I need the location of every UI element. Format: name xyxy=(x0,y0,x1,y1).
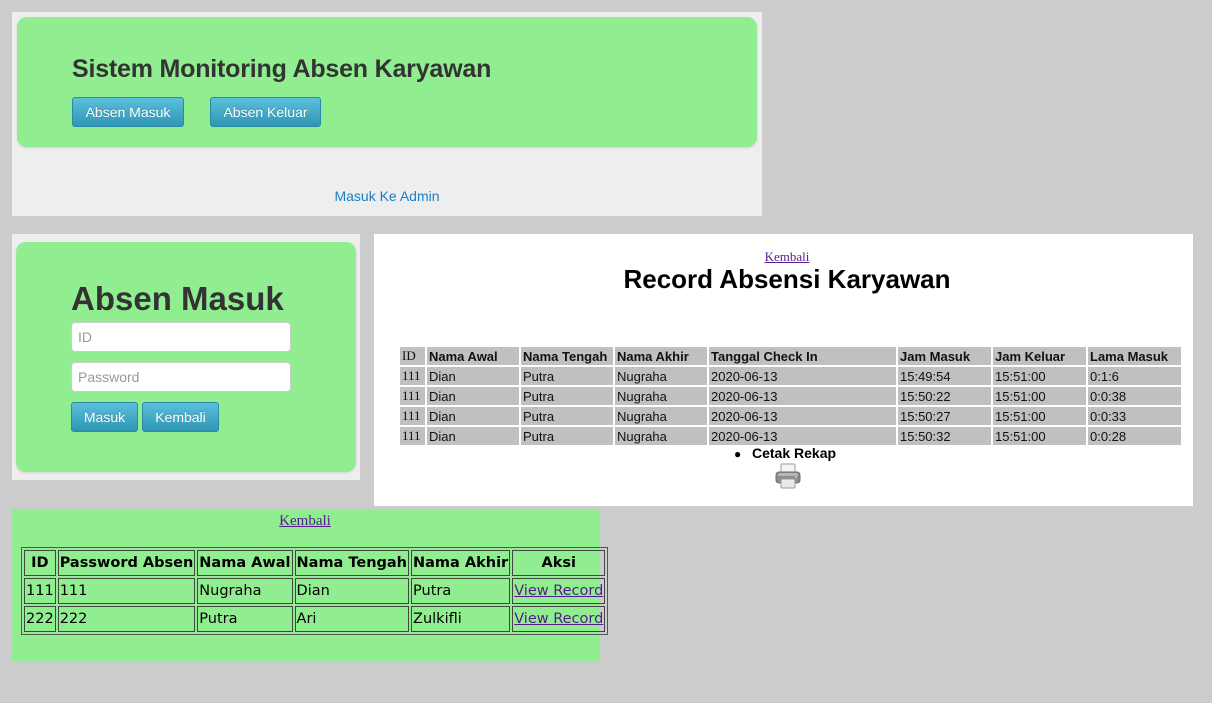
employee-header-row: ID Password Absen Nama Awal Nama Tengah … xyxy=(24,550,606,576)
cell-nama-awal: Dian xyxy=(427,407,519,425)
cell-nama-tengah: Putra xyxy=(521,367,613,385)
cetak-rekap-item: ● Cetak Rekap xyxy=(734,445,836,461)
absen-keluar-button[interactable]: Absen Keluar xyxy=(210,97,321,127)
cell-nama-awal: Dian xyxy=(427,367,519,385)
cetak-rekap-label: Cetak Rekap xyxy=(752,445,837,461)
cell-nama-awal: Nugraha xyxy=(197,578,293,604)
admin-panel: Kembali ID Password Absen Nama Awal Nama… xyxy=(12,509,609,661)
admin-back-link[interactable]: Kembali xyxy=(12,513,598,530)
cell-jam-keluar: 15:51:00 xyxy=(993,407,1086,425)
cell-nama-tengah: Ari xyxy=(294,606,410,632)
record-title: Record Absensi Karyawan xyxy=(623,264,951,294)
cell-tanggal: 2020-06-13 xyxy=(709,367,896,385)
cell-id: 111 xyxy=(400,427,425,445)
column-header: ID xyxy=(24,550,56,576)
cell-nama-awal: Dian xyxy=(427,427,519,445)
kembali-button[interactable]: Kembali xyxy=(142,402,219,432)
column-header: Nama Awal xyxy=(427,347,519,365)
table-row: 111 Dian Putra Nugraha 2020-06-13 15:50:… xyxy=(400,407,1181,425)
cell-jam-masuk: 15:49:54 xyxy=(898,367,991,385)
cell-nama-akhir: Nugraha xyxy=(615,407,707,425)
cell-lama-masuk: 0:0:38 xyxy=(1088,387,1181,405)
record-header-row: ID Nama Awal Nama Tengah Nama Akhir Tang… xyxy=(400,347,1181,365)
column-header: Tanggal Check In xyxy=(709,347,896,365)
home-panel: Sistem Monitoring Absen Karyawan Absen M… xyxy=(12,12,762,216)
record-table: ID Nama Awal Nama Tengah Nama Akhir Tang… xyxy=(398,345,1183,447)
column-header: Nama Awal xyxy=(197,550,293,576)
id-input[interactable] xyxy=(71,322,291,352)
cell-tanggal: 2020-06-13 xyxy=(709,407,896,425)
cell-nama-tengah: Putra xyxy=(521,407,613,425)
cell-lama-masuk: 0:0:33 xyxy=(1088,407,1181,425)
cell-id: 111 xyxy=(400,407,425,425)
column-header: Jam Masuk xyxy=(898,347,991,365)
record-panel: Kembali Record Absensi Karyawan ID Nama … xyxy=(374,234,1193,506)
cell-id: 111 xyxy=(400,387,425,405)
cell-aksi: View Record xyxy=(512,578,606,604)
cell-nama-tengah: Dian xyxy=(294,578,410,604)
cell-lama-masuk: 0:0:28 xyxy=(1088,427,1181,445)
cell-nama-tengah: Putra xyxy=(521,427,613,445)
password-input[interactable] xyxy=(71,362,291,392)
record-back-link[interactable]: Kembali xyxy=(374,249,1200,265)
table-row: 111 Dian Putra Nugraha 2020-06-13 15:49:… xyxy=(400,367,1181,385)
form-jumbotron: Absen Masuk Masuk Kembali xyxy=(16,242,356,472)
home-jumbotron: Sistem Monitoring Absen Karyawan Absen M… xyxy=(17,17,757,147)
cell-password: 111 xyxy=(57,578,196,604)
table-row: 111 Dian Putra Nugraha 2020-06-13 15:50:… xyxy=(400,387,1181,405)
cell-id: 222 xyxy=(24,606,56,632)
cell-nama-akhir: Nugraha xyxy=(615,387,707,405)
table-row: 222 222 Putra Ari Zulkifli View Record xyxy=(24,606,606,632)
column-header: Jam Keluar xyxy=(993,347,1086,365)
cell-lama-masuk: 0:1:6 xyxy=(1088,367,1181,385)
cell-nama-akhir: Zulkifli xyxy=(411,606,511,632)
absen-masuk-panel: Absen Masuk Masuk Kembali xyxy=(12,234,360,480)
employee-table: ID Password Absen Nama Awal Nama Tengah … xyxy=(21,547,609,635)
view-record-link[interactable]: View Record xyxy=(514,611,603,627)
form-title: Absen Masuk xyxy=(71,280,284,317)
cell-tanggal: 2020-06-13 xyxy=(709,427,896,445)
cell-nama-awal: Dian xyxy=(427,387,519,405)
view-record-link[interactable]: View Record xyxy=(514,583,603,599)
column-header: Aksi xyxy=(512,550,606,576)
cell-nama-tengah: Putra xyxy=(521,387,613,405)
column-header: Lama Masuk xyxy=(1088,347,1181,365)
column-header: Nama Akhir xyxy=(411,550,511,576)
column-header: Nama Tengah xyxy=(294,550,410,576)
bullet-icon: ● xyxy=(734,447,742,461)
masuk-button[interactable]: Masuk xyxy=(71,402,138,432)
column-header: Nama Tengah xyxy=(521,347,613,365)
cell-tanggal: 2020-06-13 xyxy=(709,387,896,405)
cell-id: 111 xyxy=(400,367,425,385)
column-header: ID xyxy=(400,347,425,365)
cell-jam-keluar: 15:51:00 xyxy=(993,367,1086,385)
cell-jam-masuk: 15:50:22 xyxy=(898,387,991,405)
cell-nama-akhir: Putra xyxy=(411,578,511,604)
cell-aksi: View Record xyxy=(512,606,606,632)
cell-jam-masuk: 15:50:27 xyxy=(898,407,991,425)
table-row: 111 111 Nugraha Dian Putra View Record xyxy=(24,578,606,604)
absen-masuk-button[interactable]: Absen Masuk xyxy=(72,97,184,127)
column-header: Password Absen xyxy=(57,550,196,576)
printer-icon[interactable] xyxy=(774,463,802,489)
cell-id: 111 xyxy=(24,578,56,604)
table-row: 111 Dian Putra Nugraha 2020-06-13 15:50:… xyxy=(400,427,1181,445)
cell-nama-akhir: Nugraha xyxy=(615,427,707,445)
cell-nama-akhir: Nugraha xyxy=(615,367,707,385)
cell-nama-awal: Putra xyxy=(197,606,293,632)
page-title: Sistem Monitoring Absen Karyawan xyxy=(72,55,492,83)
cell-jam-keluar: 15:51:00 xyxy=(993,387,1086,405)
admin-login-link[interactable]: Masuk Ke Admin xyxy=(12,188,762,204)
cell-jam-masuk: 15:50:32 xyxy=(898,427,991,445)
cell-password: 222 xyxy=(57,606,196,632)
column-header: Nama Akhir xyxy=(615,347,707,365)
cell-jam-keluar: 15:51:00 xyxy=(993,427,1086,445)
